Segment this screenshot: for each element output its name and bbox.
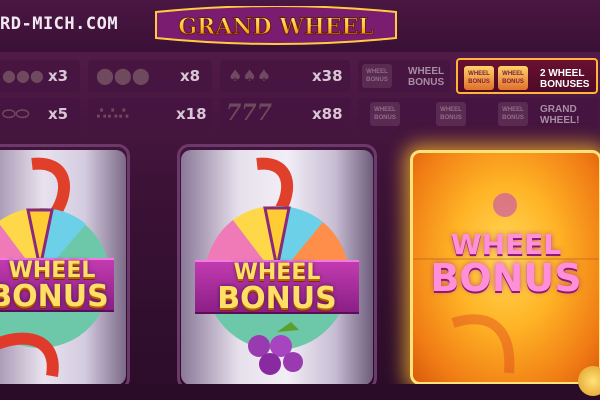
grapes-icon: ∴∴∴ xyxy=(96,104,130,123)
paytable-grand-wheel: WHEEL BONUS WHEEL BONUS WHEEL BONUS GRAND W… xyxy=(358,98,598,130)
bonus-label: GRAND WHEEL! xyxy=(540,104,580,126)
paytable-bells: ♠♠♠ x38 xyxy=(220,60,350,92)
bonus-label: WHEEL BONUS xyxy=(408,66,445,88)
logo-title: GRAND WHEEL xyxy=(178,14,374,40)
bell-icon: ♠♠♠ xyxy=(228,66,272,85)
paytable-2-wheel-bonuses: WHEEL BONUS WHEEL BONUS 2 WHEEL BONUSES xyxy=(456,58,598,94)
wheel-bonus-icon: WHEEL BONUS xyxy=(436,102,466,126)
paytable-oranges: ⬤⬤⬤ x8 xyxy=(88,60,212,92)
lemon-icon: ⬭⬭ xyxy=(2,104,30,123)
orange-icon: ⬤⬤⬤ xyxy=(96,66,150,85)
seven-icon: 777 xyxy=(226,100,272,126)
wheel-bonus-icon: WHEEL BONUS xyxy=(370,102,400,126)
site-watermark: RD-MICH.COM xyxy=(0,14,119,34)
multiplier: x88 xyxy=(312,105,343,123)
game-logo: GRAND WHEEL xyxy=(150,6,402,46)
wheel-bonus-icon: WHEEL BONUS xyxy=(464,66,494,90)
reel-line2: BONUS xyxy=(0,279,109,314)
multiplier: x3 xyxy=(48,67,69,85)
multiplier: x18 xyxy=(176,105,207,123)
wheel-bonus-icon: WHEEL BONUS xyxy=(362,64,392,88)
paytable: ●●● x3 ⬤⬤⬤ x8 ♠♠♠ x38 WHEEL BONUS WHEEL B… xyxy=(0,56,600,132)
multiplier: x8 xyxy=(180,67,201,85)
bottom-bar xyxy=(0,384,600,400)
multiplier: x38 xyxy=(312,67,343,85)
paytable-cherries: ●●● x3 xyxy=(0,60,80,92)
wheel-bonus-icon: WHEEL BONUS xyxy=(498,66,528,90)
reel-3: WHEEL BONUS xyxy=(410,150,600,385)
paytable-wheel-bonus: WHEEL BONUS WHEEL BONUS xyxy=(358,60,450,92)
reel-line2: BONUS xyxy=(217,281,337,316)
coin-icon xyxy=(578,366,600,396)
reel-1: WHEEL BONUS xyxy=(0,150,126,385)
paytable-sevens: 777 x88 xyxy=(220,98,350,130)
reel-line1: WHEEL xyxy=(450,228,562,261)
wheel-bonus-icon: WHEEL BONUS xyxy=(498,102,528,126)
bonus-label: 2 WHEEL BONUSES xyxy=(540,68,590,90)
multiplier: x5 xyxy=(48,105,69,123)
cherries-icon: ●●● xyxy=(2,66,44,85)
paytable-lemons: ⬭⬭ x5 xyxy=(0,98,80,130)
reel-line2: BONUS xyxy=(430,256,582,300)
paytable-grapes: ∴∴∴ x18 xyxy=(88,98,212,130)
reel-2: WHEEL BONUS xyxy=(181,150,373,385)
